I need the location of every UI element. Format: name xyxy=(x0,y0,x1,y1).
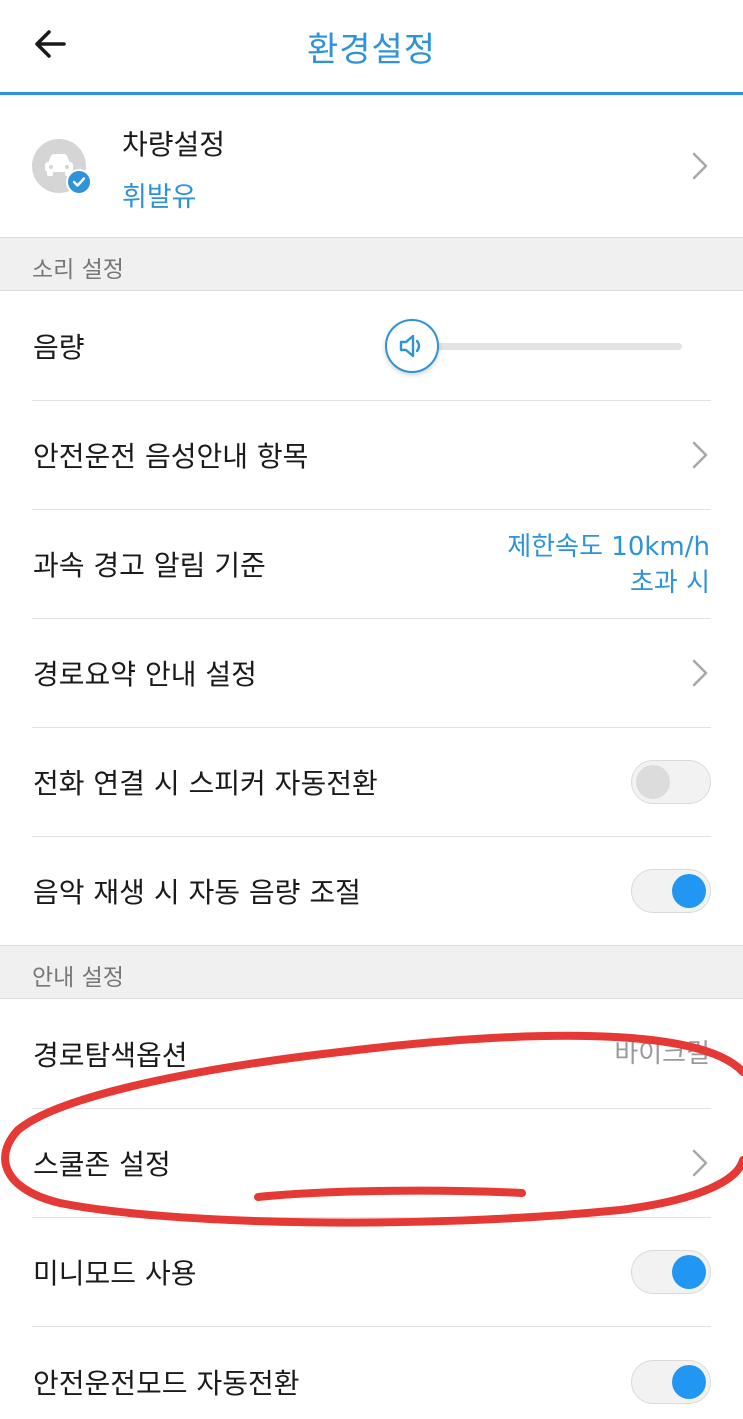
route-summary-row[interactable]: 경로요약 안내 설정 xyxy=(0,618,743,728)
route-option-row[interactable]: 경로탐색옵션 바이크길 xyxy=(0,999,743,1109)
vehicle-fuel: 휘발유 xyxy=(122,182,197,213)
chevron-right-icon xyxy=(692,441,708,469)
speed-alert-value-line1: 제한속도 10km/h xyxy=(507,532,710,562)
row-label: 안전운전모드 자동전환 xyxy=(33,1367,300,1400)
chevron-right-icon xyxy=(692,659,708,687)
page-title: 환경설정 xyxy=(306,30,437,70)
section-label: 소리 설정 xyxy=(32,257,124,283)
volume-slider-handle[interactable] xyxy=(385,319,439,373)
row-label: 미니모드 사용 xyxy=(33,1257,197,1290)
school-zone-row[interactable]: 스쿨존 설정 xyxy=(0,1108,743,1218)
chevron-right-icon xyxy=(692,1149,708,1177)
row-label: 스쿨존 설정 xyxy=(33,1148,171,1181)
row-label: 음악 재생 시 자동 음량 조절 xyxy=(33,876,361,909)
call-speaker-toggle[interactable] xyxy=(631,760,711,804)
speed-alert-row[interactable]: 과속 경고 알림 기준 제한속도 10km/h 초과 시 xyxy=(0,509,743,619)
check-badge-icon xyxy=(66,169,92,195)
volume-row: 음량 xyxy=(0,291,743,401)
app-header: 환경설정 xyxy=(0,0,743,95)
toggle-knob xyxy=(636,765,670,799)
chevron-right-icon xyxy=(692,152,708,180)
vehicle-avatar xyxy=(32,139,92,195)
safe-mode-row: 안전운전모드 자동전환 xyxy=(0,1327,743,1419)
safe-voice-row[interactable]: 안전운전 음성안내 항목 xyxy=(0,400,743,510)
section-header-guide: 안내 설정 xyxy=(0,945,743,999)
mini-mode-row: 미니모드 사용 xyxy=(0,1217,743,1327)
row-label: 전화 연결 시 스피커 자동전환 xyxy=(33,767,378,800)
music-volume-row: 음악 재생 시 자동 음량 조절 xyxy=(0,836,743,946)
vehicle-title: 차량설정 xyxy=(122,128,226,161)
route-option-value: 바이크길 xyxy=(614,1039,710,1069)
section-label: 안내 설정 xyxy=(32,965,124,991)
section-header-sound: 소리 설정 xyxy=(0,237,743,291)
music-volume-toggle[interactable] xyxy=(631,869,711,913)
speed-alert-value-line2: 초과 시 xyxy=(629,568,710,598)
speed-alert-value: 제한속도 10km/h 초과 시 xyxy=(507,529,710,601)
row-label: 경로요약 안내 설정 xyxy=(33,658,257,691)
row-label: 안전운전 음성안내 항목 xyxy=(33,440,309,473)
mini-mode-toggle[interactable] xyxy=(631,1250,711,1294)
call-speaker-row: 전화 연결 시 스피커 자동전환 xyxy=(0,727,743,837)
row-label: 과속 경고 알림 기준 xyxy=(33,549,266,582)
safe-mode-toggle[interactable] xyxy=(631,1360,711,1404)
row-label: 경로탐색옵션 xyxy=(33,1039,188,1072)
speaker-icon xyxy=(399,334,421,358)
vehicle-settings-row[interactable]: 차량설정 휘발유 xyxy=(0,95,743,237)
row-label: 음량 xyxy=(33,331,85,364)
toggle-knob xyxy=(672,874,706,908)
toggle-knob xyxy=(672,1255,706,1289)
toggle-knob xyxy=(672,1365,706,1399)
volume-slider-track[interactable] xyxy=(410,343,682,350)
